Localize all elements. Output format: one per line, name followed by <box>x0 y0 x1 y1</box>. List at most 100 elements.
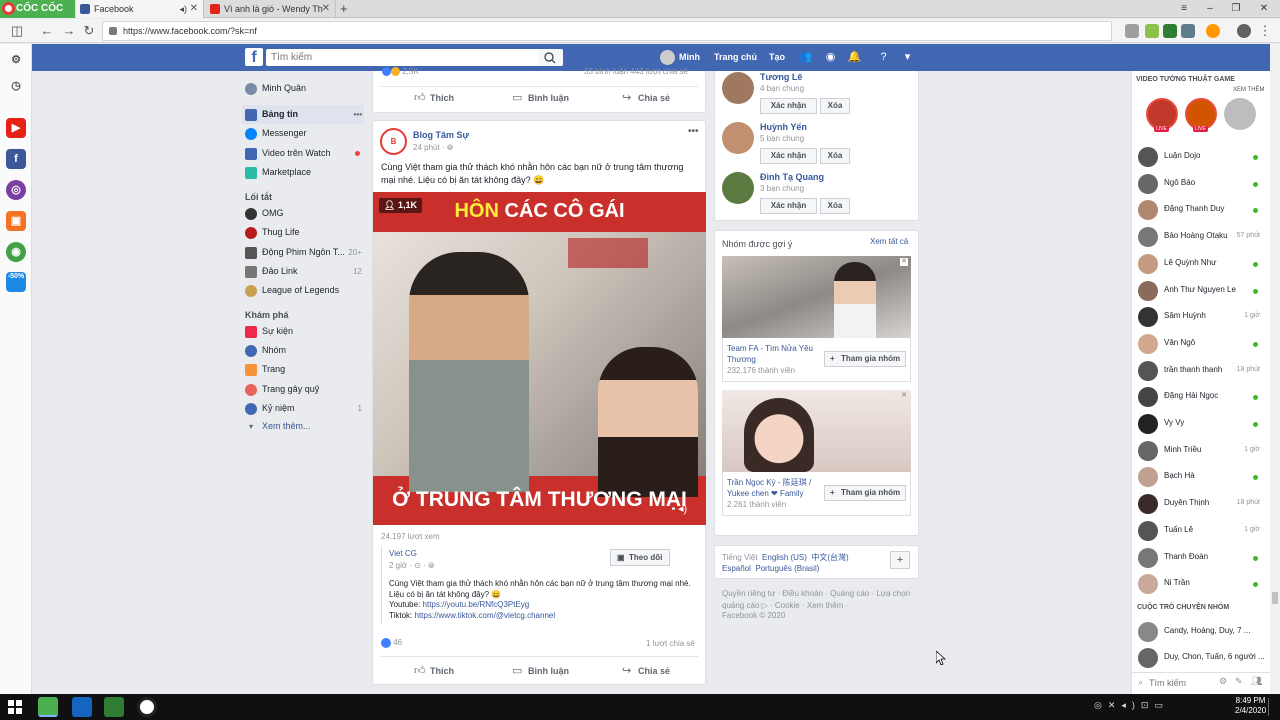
extension-icon[interactable] <box>1206 24 1220 38</box>
new-tab-button[interactable]: + <box>340 0 354 18</box>
post-options-icon[interactable]: ••• <box>688 126 699 137</box>
confirm-button[interactable]: Xác nhận <box>760 198 817 214</box>
bell-icon[interactable]: 🔔 <box>847 50 862 65</box>
chat-contact[interactable]: Vân Ngô <box>1136 332 1264 357</box>
chat-contact[interactable]: Sâm Huỳnh 1 giờ <box>1136 305 1264 330</box>
windows-start-icon[interactable] <box>8 700 22 714</box>
sidebar-item-marketplace[interactable]: Marketplace <box>242 163 364 182</box>
search-button[interactable] <box>538 49 563 66</box>
tab-youtube[interactable]: Vì anh là gió - Wendy Th ✕ <box>206 0 336 18</box>
video-player[interactable]: 👤︎ 1,1K HÔN CÁC CÔ GÁI Ở TRUNG TÂM THƯƠN… <box>373 192 706 525</box>
share-count[interactable]: 1 lượt chia sẻ <box>646 639 695 648</box>
download-icon[interactable] <box>1181 24 1195 38</box>
coccoc-logo[interactable]: CỐC CỐC <box>0 0 75 18</box>
avatar[interactable] <box>722 72 754 104</box>
chat-contact[interactable]: Bảo Hoàng Otaku 57 phút <box>1136 225 1264 250</box>
friends-icon[interactable]: 👥 <box>798 50 813 65</box>
profile-icon[interactable] <box>1237 24 1251 38</box>
footer-links[interactable]: Quyền riêng tư · Điều khoản · Quảng cáo … <box>722 588 912 612</box>
forward-icon[interactable]: → <box>60 22 78 40</box>
delete-button[interactable]: Xóa <box>820 198 850 214</box>
search-input[interactable] <box>266 49 563 66</box>
system-tray-icons[interactable]: ◎✕◂)⊡▭ <box>1094 700 1169 711</box>
post-time[interactable]: 24 phút · 🌐︎ <box>413 143 453 153</box>
group-cover-image[interactable]: ✕ <box>722 390 911 472</box>
share-button[interactable]: ↪ Chia sẻ <box>622 91 670 105</box>
tiktok-link[interactable]: Tiktok: https://www.tiktok.com/@vietcg.c… <box>389 611 555 620</box>
close-icon[interactable]: ✕ <box>900 392 908 400</box>
language-option[interactable]: Português (Brasil) <box>755 564 819 573</box>
sidebar-item-newsfeed[interactable]: Bảng tin ••• <box>242 105 364 124</box>
chat-contact[interactable]: Bạch Hà <box>1136 465 1264 490</box>
chat-contact[interactable]: Luận Dojo <box>1136 145 1264 170</box>
sidebar-item-pages[interactable]: Trang <box>242 360 364 379</box>
sidebar-item-profile[interactable]: Minh Quân <box>242 79 364 98</box>
compose-icon[interactable]: ✎ <box>1235 676 1243 687</box>
group-chat-item[interactable]: Duy, Chon, Tuấn, 6 người ... <box>1136 646 1265 671</box>
delete-button[interactable]: Xóa <box>820 98 850 114</box>
chat-contact[interactable]: Vy Vy <box>1136 412 1264 437</box>
chat-contact[interactable]: Duyên Thịnh 18 phút <box>1136 492 1264 517</box>
live-video-avatar[interactable]: LIVE <box>1146 98 1178 132</box>
sidebar-item-lol[interactable]: League of Legends <box>242 281 364 300</box>
group-chat-item[interactable]: Candy, Hoàng, Duy, 7 ... <box>1136 620 1264 645</box>
chat-contact[interactable]: Tuấn Lê 1 giờ <box>1136 519 1264 544</box>
chat-contact[interactable]: Anh Thư Nguyen Le <box>1136 279 1264 304</box>
sidebar-item-daolink[interactable]: Đảo Link 12 <box>242 262 364 281</box>
like-button[interactable]: 👍︎ Thích <box>414 664 454 678</box>
follow-button[interactable]: ▣ Theo dõi <box>610 549 670 566</box>
sidebar-item-dongphim[interactable]: Động Phim Ngôn T... 20+ <box>242 243 364 262</box>
sidebar-item-memories[interactable]: Kỷ niệm 1 <box>242 399 364 418</box>
sidebar-item-events[interactable]: Sự kiện <box>242 322 364 341</box>
sidebar-item-messenger[interactable]: Messenger <box>242 124 364 143</box>
avatar[interactable] <box>660 50 675 65</box>
chat-contact[interactable]: Minh Triều 1 giờ <box>1136 439 1264 464</box>
cart-icon[interactable] <box>1125 24 1139 38</box>
game-icon[interactable]: ◉ <box>6 242 26 262</box>
join-group-button[interactable]: + Tham gia nhóm <box>824 351 906 367</box>
history-icon[interactable]: ◷ <box>6 76 26 96</box>
address-bar[interactable]: https://www.facebook.com/?sk=nf <box>102 21 1112 41</box>
deal-icon[interactable]: -50% <box>6 272 26 292</box>
app-taskbar-icon[interactable] <box>104 697 124 717</box>
help-icon[interactable]: ? <box>876 50 891 65</box>
join-group-button[interactable]: + Tham gia nhóm <box>824 485 906 501</box>
youtube-icon[interactable]: ▶ <box>6 118 26 138</box>
sidebar-item-fundraisers[interactable]: Trang gây quỹ <box>242 380 364 399</box>
reload-icon[interactable]: ↻ <box>80 22 98 40</box>
language-option[interactable]: 中文(台灣) <box>811 553 848 562</box>
speaker-icon[interactable]: ◂) <box>179 0 187 18</box>
sidebar-item-thuglife[interactable]: Thug Life <box>242 223 364 242</box>
create-link[interactable]: Tạo <box>769 49 785 66</box>
post-author[interactable]: Blog Tâm Sự <box>413 130 469 140</box>
gear-icon[interactable]: ⚙ <box>1219 676 1227 687</box>
tab-facebook[interactable]: Facebook ◂) ✕ <box>76 0 204 18</box>
chat-contact[interactable]: trần thanh thanh 18 phút <box>1136 359 1264 384</box>
close-window-button[interactable]: ✕ <box>1252 0 1276 18</box>
post-reactions[interactable]: 46 <box>381 638 402 648</box>
like-button[interactable]: 👍︎ Thích <box>414 91 454 105</box>
shared-author[interactable]: Viet CG <box>389 549 417 558</box>
chevron-down-icon[interactable]: ▾ <box>900 50 915 65</box>
home-link[interactable]: Trang chủ <box>714 49 757 66</box>
confirm-button[interactable]: Xác nhận <box>760 148 817 164</box>
see-more-link[interactable]: ▾ Xem thêm... <box>242 417 364 436</box>
new-group-icon[interactable]: 👥︎ <box>1251 676 1262 687</box>
add-language-button[interactable]: + <box>890 551 910 569</box>
settings-icon[interactable]: ⚙ <box>6 50 26 70</box>
confirm-button[interactable]: Xác nhận <box>760 98 817 114</box>
comment-button[interactable]: ▭ Bình luận <box>512 664 569 678</box>
share-button[interactable]: ↪ Chia sẻ <box>622 664 670 678</box>
game-video-avatar[interactable] <box>1224 98 1256 130</box>
more-icon[interactable]: ⋮ <box>1256 22 1274 40</box>
group-name[interactable]: Team FA - Tìm Nửa Yêu Thương <box>727 343 822 365</box>
sidebar-item-groups[interactable]: Nhóm <box>242 341 364 360</box>
maximize-button[interactable]: ❐ <box>1224 0 1248 18</box>
game-videos-see-more[interactable]: XEM THÊM <box>1233 87 1265 93</box>
speaker-icon[interactable]: ◂) <box>678 502 687 515</box>
comment-button[interactable]: ▭ Bình luận <box>512 91 569 105</box>
language-option[interactable]: Español <box>722 564 751 573</box>
app-taskbar-icon[interactable] <box>72 697 92 717</box>
chat-contact[interactable]: Ngô Bảo <box>1136 172 1264 197</box>
app-icon[interactable]: ◎ <box>6 180 26 200</box>
